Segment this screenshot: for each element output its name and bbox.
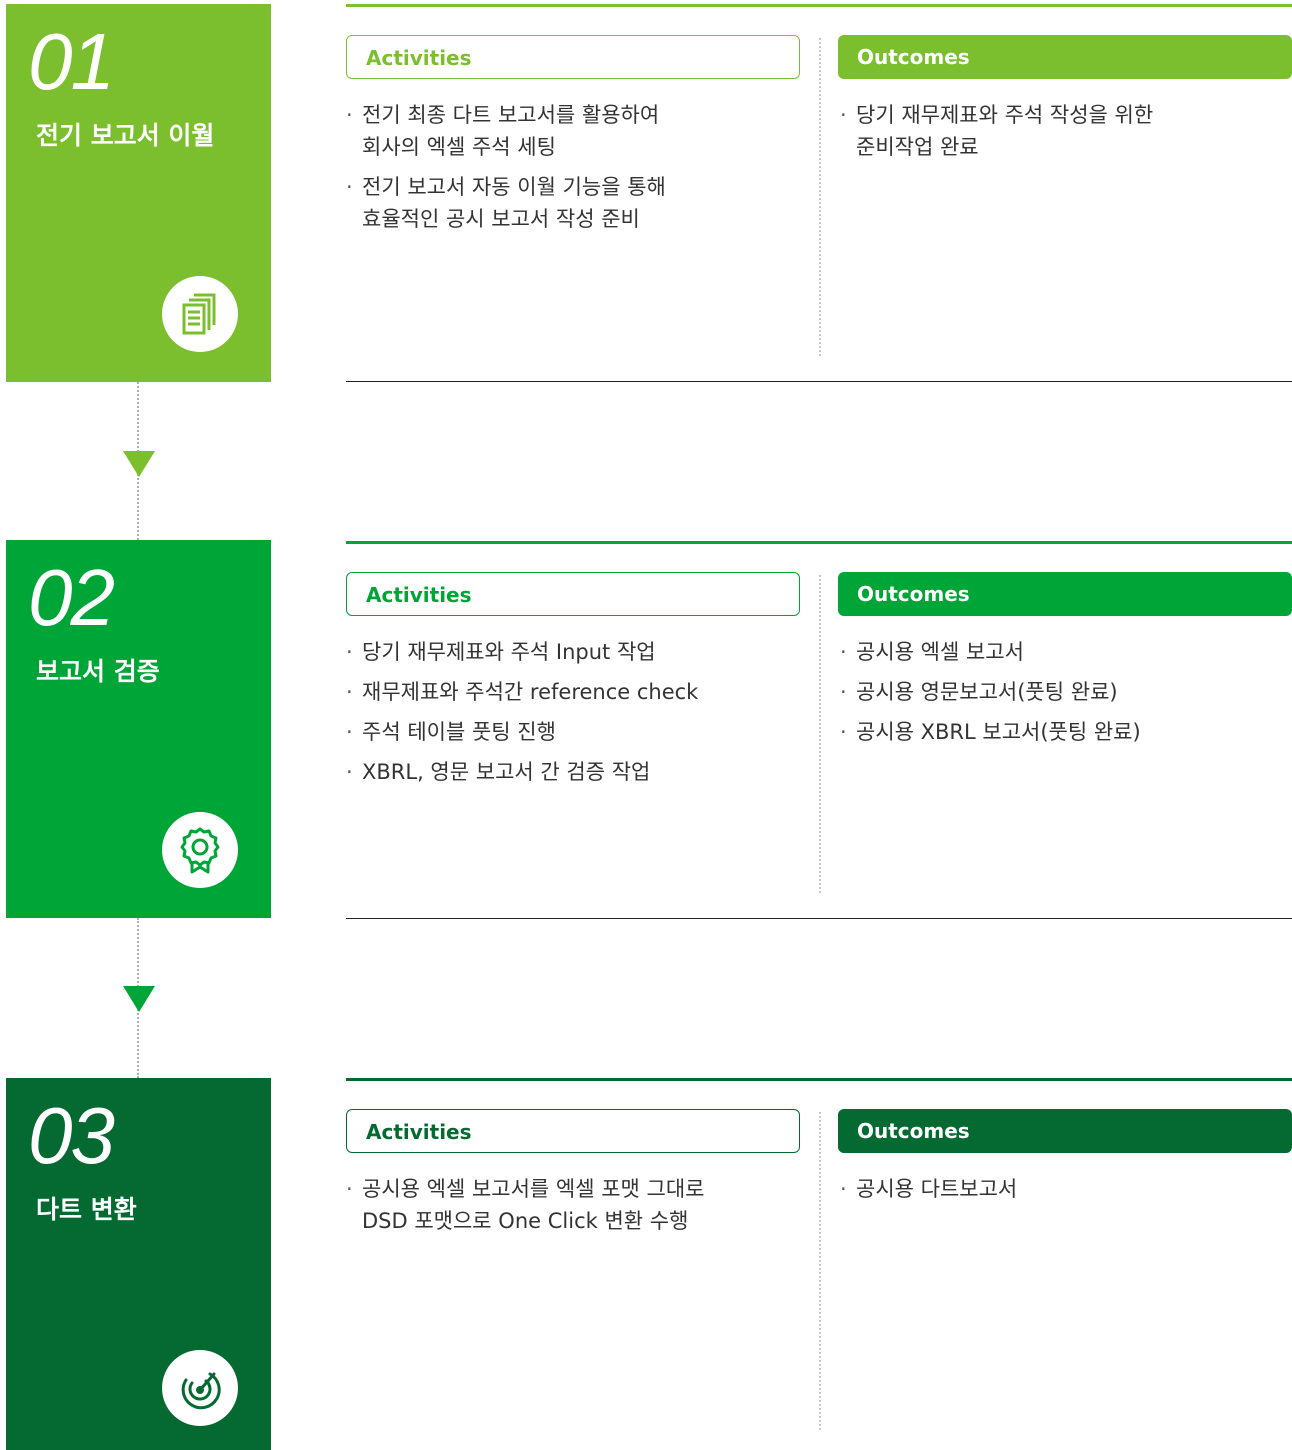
step-3-panel: Activities Outcomes · 공시용 엑셀 보고서를 엑셀 포맷 그…: [346, 1078, 1292, 1450]
documents-icon: [182, 293, 216, 335]
activity-text: 재무제표와 주석간 reference check: [362, 680, 699, 704]
step-1-panel: Activities Outcomes · 전기 최종 다트 보고서를 활용하여 …: [346, 4, 1292, 382]
activity-text: 주석 테이블 풋팅 진행: [362, 720, 556, 744]
step-title: 전기 보고서 이월: [36, 121, 215, 150]
step-number: 01: [28, 17, 115, 106]
panel-bottom-rule: [346, 918, 1292, 919]
step-icon-badge: [162, 276, 238, 352]
radar-signal-icon: [181, 1372, 221, 1410]
bullet: ·: [840, 680, 847, 704]
activity-text: 전기 최종 다트 보고서를 활용하여 회사의 엑셀 주석 세팅: [362, 103, 660, 159]
activities-header: Activities: [346, 1109, 800, 1153]
column-divider: [819, 38, 821, 356]
bullet: ·: [346, 640, 353, 664]
activity-text: 당기 재무제표와 주석 Input 작업: [362, 640, 656, 664]
list-item: · 공시용 XBRL 보고서(풋팅 완료): [840, 716, 1290, 748]
list-item: · 공시용 다트보고서: [840, 1173, 1290, 1205]
bullet: ·: [840, 1177, 847, 1201]
column-divider: [819, 1112, 821, 1430]
list-item: · 주석 테이블 풋팅 진행: [346, 716, 796, 748]
list-item: · 전기 보고서 자동 이월 기능을 통해 효율적인 공시 보고서 작성 준비: [346, 171, 796, 235]
step-title: 보고서 검증: [36, 657, 160, 686]
activity-text: 전기 보고서 자동 이월 기능을 통해 효율적인 공시 보고서 작성 준비: [362, 175, 666, 231]
outcomes-list: · 당기 재무제표와 주석 작성을 위한 준비작업 완료: [840, 99, 1290, 171]
activities-header: Activities: [346, 572, 800, 616]
outcomes-list: · 공시용 엑셀 보고서 · 공시용 영문보고서(풋팅 완료) · 공시용 XBRL …: [840, 636, 1290, 756]
panel-bottom-rule: [346, 381, 1292, 382]
outcome-text: 공시용 다트보고서: [856, 1177, 1018, 1201]
list-item: · 공시용 엑셀 보고서를 엑셀 포맷 그대로 DSD 포맷으로 One Clic…: [346, 1173, 796, 1237]
list-item: · XBRL, 영문 보고서 간 검증 작업: [346, 756, 796, 788]
outcome-text: 공시용 엑셀 보고서: [856, 640, 1024, 664]
activities-list: · 전기 최종 다트 보고서를 활용하여 회사의 엑셀 주석 세팅 · 전기 보고서…: [346, 99, 796, 243]
bullet: ·: [346, 1177, 353, 1201]
activities-list: · 공시용 엑셀 보고서를 엑셀 포맷 그대로 DSD 포맷으로 One Clic…: [346, 1173, 796, 1245]
award-badge-icon: [180, 827, 220, 874]
outcome-text: 당기 재무제표와 주석 작성을 위한 준비작업 완료: [856, 103, 1154, 159]
bullet: ·: [840, 103, 847, 127]
activities-list: · 당기 재무제표와 주석 Input 작업 · 재무제표와 주석간 referen…: [346, 636, 796, 796]
activity-text: 공시용 엑셀 보고서를 엑셀 포맷 그대로 DSD 포맷으로 One Click…: [362, 1177, 705, 1233]
list-item: · 당기 재무제표와 주석 작성을 위한 준비작업 완료: [840, 99, 1290, 163]
column-divider: [819, 575, 821, 893]
outcome-text: 공시용 영문보고서(풋팅 완료): [856, 680, 1118, 704]
step-1-tile: 01 전기 보고서 이월: [6, 4, 271, 382]
bullet: ·: [346, 103, 353, 127]
outcomes-header: Outcomes: [838, 1109, 1292, 1153]
list-item: · 공시용 엑셀 보고서: [840, 636, 1290, 668]
bullet: ·: [840, 720, 847, 744]
outcome-text: 공시용 XBRL 보고서(풋팅 완료): [856, 720, 1141, 744]
step-icon-badge: [162, 1350, 238, 1426]
step-2-tile: 02 보고서 검증: [6, 540, 271, 918]
activities-header: Activities: [346, 35, 800, 79]
activity-text: XBRL, 영문 보고서 간 검증 작업: [362, 760, 651, 784]
step-2-panel: Activities Outcomes · 당기 재무제표와 주석 Input 작…: [346, 541, 1292, 919]
down-arrow-icon: [123, 986, 155, 1012]
panel-top-rule: [346, 1078, 1292, 1081]
bullet: ·: [840, 640, 847, 664]
step-3-tile: 03 다트 변환: [6, 1078, 271, 1450]
list-item: · 당기 재무제표와 주석 Input 작업: [346, 636, 796, 668]
panel-top-rule: [346, 4, 1292, 7]
outcomes-list: · 공시용 다트보고서: [840, 1173, 1290, 1213]
step-number: 02: [28, 553, 115, 642]
list-item: · 공시용 영문보고서(풋팅 완료): [840, 676, 1290, 708]
list-item: · 재무제표와 주석간 reference check: [346, 676, 796, 708]
bullet: ·: [346, 175, 353, 199]
bullet: ·: [346, 760, 353, 784]
step-icon-badge: [162, 812, 238, 888]
outcomes-header: Outcomes: [838, 35, 1292, 79]
down-arrow-icon: [123, 451, 155, 477]
step-title: 다트 변환: [36, 1195, 137, 1224]
panel-top-rule: [346, 541, 1292, 544]
outcomes-header: Outcomes: [838, 572, 1292, 616]
bullet: ·: [346, 680, 353, 704]
step-number: 03: [28, 1091, 115, 1180]
bullet: ·: [346, 720, 353, 744]
list-item: · 전기 최종 다트 보고서를 활용하여 회사의 엑셀 주석 세팅: [346, 99, 796, 163]
